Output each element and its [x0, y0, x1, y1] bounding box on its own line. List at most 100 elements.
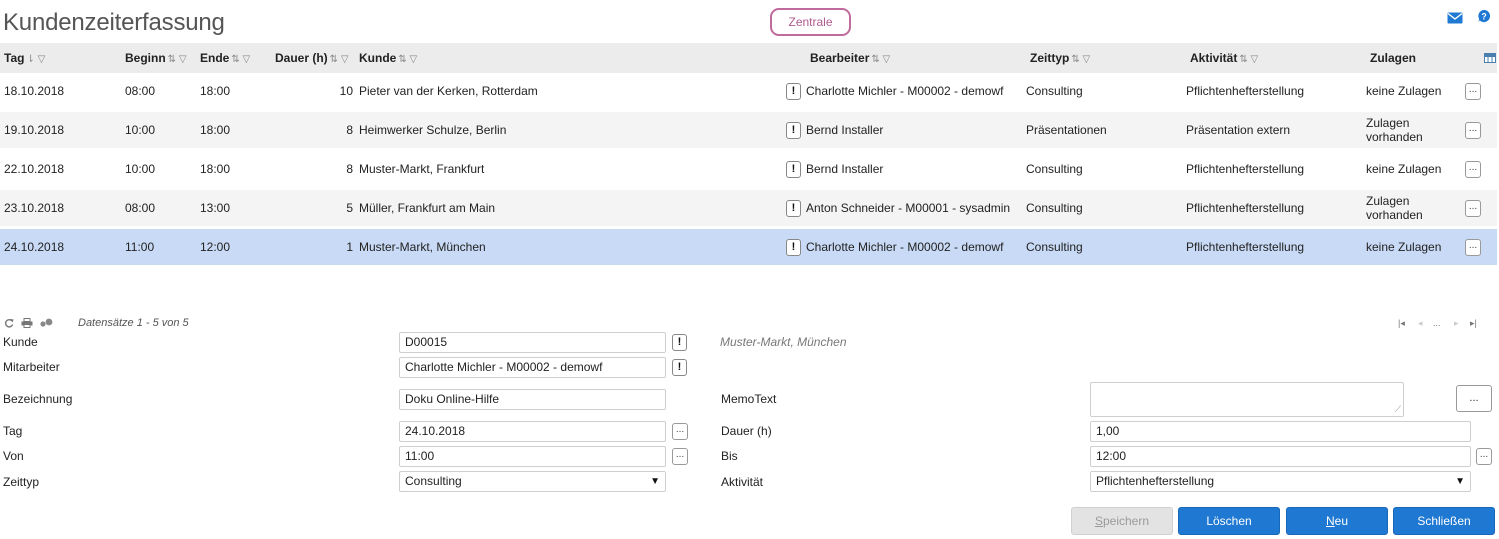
- kunde-label: Kunde: [3, 335, 38, 349]
- cell-aktivitaet: Präsentation extern: [1186, 123, 1291, 137]
- table-row[interactable]: 23.10.2018 08:00 13:00 5 Müller, Frankfu…: [0, 190, 1497, 226]
- mitarbeiter-input[interactable]: Charlotte Michler - M00002 - demowf: [399, 357, 666, 378]
- dauer-input[interactable]: 1,00: [1090, 421, 1471, 442]
- tag-input[interactable]: 24.10.2018: [399, 421, 666, 442]
- cell-aktivitaet: Pflichtenhefterstellung: [1186, 201, 1305, 215]
- table-row[interactable]: 19.10.2018 10:00 18:00 8 Heimwerker Schu…: [0, 112, 1497, 148]
- new-button[interactable]: Neu: [1286, 507, 1388, 535]
- cell-zeittyp: Consulting: [1026, 84, 1083, 98]
- mitarbeiter-lookup-button[interactable]: !: [672, 359, 687, 376]
- zeittyp-select[interactable]: Consulting ▼: [399, 471, 666, 492]
- cell-beginn: 10:00: [125, 162, 156, 176]
- bearbeiter-info-button[interactable]: !: [786, 122, 801, 139]
- column-header-aktivitaet[interactable]: Aktivität ⇅ ▽: [1190, 43, 1258, 73]
- bearbeiter-info-button[interactable]: !: [786, 161, 801, 178]
- column-header-kunde[interactable]: Kunde ⇅ ▽: [359, 43, 417, 73]
- column-header-tag[interactable]: Tag ⇂ ▽: [4, 43, 45, 73]
- cell-kunde: Müller, Frankfurt am Main: [359, 201, 496, 215]
- settings-icon[interactable]: [39, 318, 53, 328]
- cell-ende: 12:00: [200, 240, 231, 254]
- cell-zeittyp: Consulting: [1026, 201, 1083, 215]
- kunde-lookup-button[interactable]: !: [672, 334, 687, 351]
- svg-text:?: ?: [1481, 12, 1486, 22]
- pager-next-icon[interactable]: ▸: [1454, 318, 1459, 329]
- von-picker-button[interactable]: ...: [672, 448, 688, 465]
- dropdown-arrow-icon: ▼: [1455, 476, 1465, 487]
- column-header-beginn[interactable]: Beginn ⇅ ▽: [125, 43, 187, 73]
- cell-aktivitaet: Pflichtenhefterstellung: [1186, 240, 1305, 254]
- bearbeiter-info-button[interactable]: !: [786, 200, 801, 217]
- zulagen-edit-button[interactable]: ...: [1465, 161, 1481, 178]
- bezeichnung-label: Bezeichnung: [3, 392, 73, 406]
- cell-zulagen: Zulagen vorhanden: [1366, 194, 1423, 222]
- pager-info: Datensätze 1 - 5 von 5: [78, 317, 189, 329]
- table-row-selected[interactable]: 24.10.2018 11:00 12:00 1 Muster-Markt, M…: [0, 229, 1497, 265]
- zulagen-edit-button[interactable]: ...: [1465, 200, 1481, 217]
- bearbeiter-info-button[interactable]: !: [786, 239, 801, 256]
- bis-picker-button[interactable]: ...: [1476, 448, 1492, 465]
- cell-ende: 18:00: [200, 123, 231, 137]
- cell-aktivitaet: Pflichtenhefterstellung: [1186, 84, 1305, 98]
- memotext-textarea[interactable]: ⟋: [1090, 382, 1404, 417]
- column-header-ende[interactable]: Ende ⇅ ▽: [200, 43, 250, 73]
- pager-pages[interactable]: ...: [1433, 318, 1441, 328]
- cell-dauer: 8: [346, 123, 353, 137]
- tag-picker-button[interactable]: ...: [672, 423, 688, 440]
- pager-last-icon[interactable]: ▸|: [1470, 318, 1477, 329]
- cell-ende: 18:00: [200, 84, 231, 98]
- cell-kunde: Muster-Markt, Frankfurt: [359, 162, 485, 176]
- bearbeiter-info-button[interactable]: !: [786, 83, 801, 100]
- cell-ende: 18:00: [200, 162, 231, 176]
- refresh-icon[interactable]: [4, 318, 14, 328]
- memotext-edit-button[interactable]: ...: [1456, 385, 1492, 412]
- aktivitaet-label: Aktivität: [721, 475, 764, 489]
- cell-aktivitaet: Pflichtenhefterstellung: [1186, 162, 1305, 176]
- delete-button[interactable]: Löschen: [1178, 507, 1280, 535]
- bis-label: Bis: [721, 449, 738, 463]
- kunde-input[interactable]: D00015: [399, 332, 666, 353]
- cell-tag: 23.10.2018: [4, 201, 65, 215]
- zulagen-edit-button[interactable]: ...: [1465, 239, 1481, 256]
- column-chooser-icon[interactable]: [1484, 53, 1496, 63]
- cell-bearbeiter: Charlotte Michler - M00002 - demowf: [806, 84, 1004, 98]
- column-header-dauer[interactable]: Dauer (h) ⇅ ▽: [275, 43, 349, 73]
- save-button[interactable]: Speichern: [1071, 507, 1173, 535]
- zulagen-edit-button[interactable]: ...: [1465, 122, 1481, 139]
- cell-zeittyp: Präsentationen: [1026, 123, 1107, 137]
- table-row[interactable]: 22.10.2018 10:00 18:00 8 Muster-Markt, F…: [0, 151, 1497, 187]
- cell-beginn: 08:00: [125, 201, 156, 215]
- cell-zulagen: keine Zulagen: [1366, 240, 1442, 254]
- aktivitaet-select[interactable]: Pflichtenhefterstellung ▼: [1090, 471, 1471, 492]
- column-header-bearbeiter[interactable]: Bearbeiter ⇅ ▽: [810, 43, 890, 73]
- aktivitaet-selected-value: Pflichtenhefterstellung: [1096, 474, 1215, 488]
- cell-ende: 13:00: [200, 201, 231, 215]
- von-label: Von: [3, 449, 24, 463]
- tag-label: Tag: [3, 424, 23, 438]
- zulagen-edit-button[interactable]: ...: [1465, 83, 1481, 100]
- zentrale-button[interactable]: Zentrale: [770, 8, 851, 36]
- bis-input[interactable]: 12:00: [1090, 446, 1471, 467]
- close-button[interactable]: Schließen: [1393, 507, 1495, 535]
- cell-zulagen: Zulagen vorhanden: [1366, 116, 1423, 144]
- table-row[interactable]: 18.10.2018 08:00 18:00 10 Pieter van der…: [0, 73, 1497, 109]
- cell-dauer: 10: [339, 84, 353, 98]
- help-icon[interactable]: ?: [1476, 9, 1492, 23]
- print-icon[interactable]: [21, 318, 33, 328]
- mail-icon[interactable]: [1447, 11, 1463, 25]
- cell-beginn: 10:00: [125, 123, 156, 137]
- bezeichnung-input[interactable]: Doku Online-Hilfe: [399, 389, 666, 410]
- memotext-label: MemoText: [721, 392, 777, 406]
- cell-kunde: Pieter van der Kerken, Rotterdam: [359, 84, 538, 98]
- pager-prev-icon[interactable]: ◂: [1418, 318, 1423, 329]
- cell-tag: 24.10.2018: [4, 240, 65, 254]
- pager-first-icon[interactable]: |◂: [1398, 318, 1405, 329]
- column-header-zeittyp[interactable]: Zeittyp ⇅ ▽: [1030, 43, 1090, 73]
- cell-zulagen: keine Zulagen: [1366, 162, 1442, 176]
- zeittyp-selected-value: Consulting: [405, 474, 462, 488]
- cell-kunde: Muster-Markt, München: [359, 240, 486, 254]
- column-header-zulagen: Zulagen: [1370, 51, 1417, 65]
- resize-grip-icon[interactable]: ⟋: [1395, 404, 1401, 415]
- von-input[interactable]: 11:00: [399, 446, 666, 467]
- cell-beginn: 08:00: [125, 84, 156, 98]
- cell-tag: 19.10.2018: [4, 123, 65, 137]
